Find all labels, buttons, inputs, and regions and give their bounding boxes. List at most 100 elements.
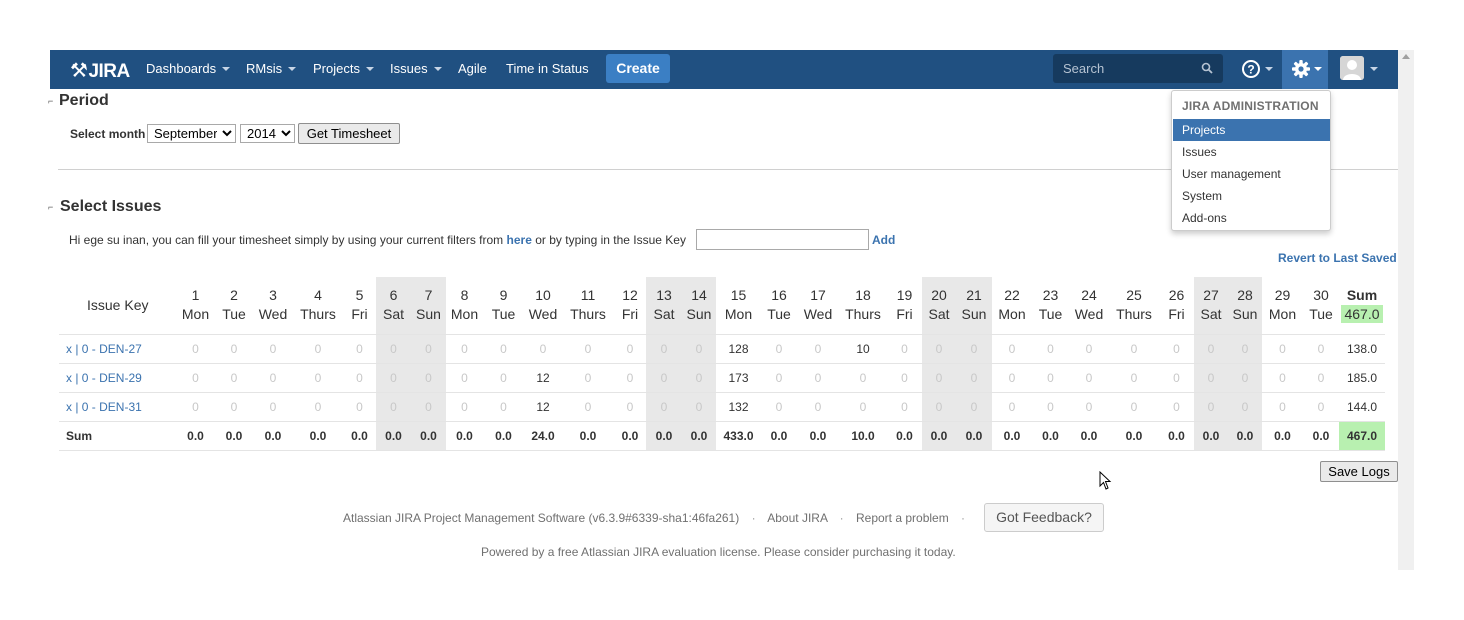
hours-cell[interactable]: 0 xyxy=(1069,363,1109,393)
hours-cell[interactable]: 0 xyxy=(293,334,343,364)
hours-cell[interactable]: 0 xyxy=(483,392,524,422)
user-profile-button[interactable] xyxy=(1340,56,1382,82)
hours-cell[interactable]: 0 xyxy=(1032,392,1069,422)
hours-cell[interactable]: 0 xyxy=(1159,363,1194,393)
revert-to-last-saved-link[interactable]: Revert to Last Saved xyxy=(1278,251,1397,265)
hours-cell[interactable]: 0 xyxy=(797,334,839,364)
hours-cell[interactable]: 0 xyxy=(1032,334,1069,364)
admin-menu-system[interactable]: System xyxy=(1173,185,1330,207)
hours-cell[interactable]: 0 xyxy=(1109,363,1159,393)
hours-cell[interactable]: 0 xyxy=(446,334,483,364)
issue-key-link[interactable]: x | 0 - DEN-27 xyxy=(59,334,176,364)
nav-rmsis[interactable]: RMsis xyxy=(246,61,297,76)
hours-cell[interactable]: 0 xyxy=(343,363,376,393)
hours-cell[interactable]: 0 xyxy=(524,334,562,364)
hours-cell[interactable]: 0 xyxy=(1228,392,1262,422)
hours-cell[interactable]: 0 xyxy=(1032,363,1069,393)
hours-cell[interactable]: 0 xyxy=(761,334,797,364)
footer-report[interactable]: Report a problem xyxy=(856,511,949,525)
hours-cell[interactable]: 128 xyxy=(716,334,761,364)
hours-cell[interactable]: 0 xyxy=(293,392,343,422)
hours-cell[interactable]: 0 xyxy=(176,392,215,422)
hours-cell[interactable]: 0 xyxy=(1303,334,1339,364)
hours-cell[interactable]: 0 xyxy=(176,363,215,393)
hours-cell[interactable]: 0 xyxy=(956,363,992,393)
hours-cell[interactable]: 10 xyxy=(839,334,887,364)
month-select[interactable]: September xyxy=(147,124,236,143)
here-link[interactable]: here xyxy=(507,233,532,247)
admin-menu-projects[interactable]: Projects xyxy=(1173,119,1330,141)
hours-cell[interactable]: 0 xyxy=(411,392,446,422)
hours-cell[interactable]: 0 xyxy=(1228,334,1262,364)
nav-projects[interactable]: Projects xyxy=(313,61,374,76)
hours-cell[interactable]: 0 xyxy=(956,392,992,422)
got-feedback-button[interactable]: Got Feedback? xyxy=(984,503,1104,532)
hours-cell[interactable]: 0 xyxy=(1194,334,1228,364)
hours-cell[interactable]: 0 xyxy=(1109,392,1159,422)
hours-cell[interactable]: 0 xyxy=(992,363,1032,393)
hours-cell[interactable]: 0 xyxy=(343,334,376,364)
hours-cell[interactable]: 0 xyxy=(1303,392,1339,422)
hours-cell[interactable]: 0 xyxy=(1069,392,1109,422)
hours-cell[interactable]: 0 xyxy=(215,334,253,364)
hours-cell[interactable]: 0 xyxy=(1159,392,1194,422)
footer-about[interactable]: About JIRA xyxy=(767,511,827,525)
hours-cell[interactable]: 0 xyxy=(646,392,682,422)
hours-cell[interactable]: 0 xyxy=(887,363,922,393)
collapse-arrow-icon[interactable]: ⌐ xyxy=(48,96,53,106)
hours-cell[interactable]: 0 xyxy=(922,363,956,393)
hours-cell[interactable]: 0 xyxy=(446,363,483,393)
create-button[interactable]: Create xyxy=(606,54,670,83)
hours-cell[interactable]: 0 xyxy=(922,334,956,364)
hours-cell[interactable]: 0 xyxy=(562,392,614,422)
hours-cell[interactable]: 0 xyxy=(176,334,215,364)
hours-cell[interactable]: 0 xyxy=(887,334,922,364)
hours-cell[interactable]: 0 xyxy=(1109,334,1159,364)
nav-agile[interactable]: Agile xyxy=(458,61,487,76)
hours-cell[interactable]: 0 xyxy=(682,392,716,422)
hours-cell[interactable]: 0 xyxy=(1262,363,1303,393)
hours-cell[interactable]: 0 xyxy=(761,363,797,393)
hours-cell[interactable]: 0 xyxy=(1262,392,1303,422)
hours-cell[interactable]: 0 xyxy=(797,392,839,422)
hours-cell[interactable]: 0 xyxy=(761,392,797,422)
issue-key-link[interactable]: x | 0 - DEN-29 xyxy=(59,363,176,393)
hours-cell[interactable]: 0 xyxy=(956,334,992,364)
hours-cell[interactable]: 0 xyxy=(411,334,446,364)
hours-cell[interactable]: 173 xyxy=(716,363,761,393)
hours-cell[interactable]: 0 xyxy=(682,363,716,393)
hours-cell[interactable]: 0 xyxy=(839,363,887,393)
hours-cell[interactable]: 0 xyxy=(293,363,343,393)
search-icon[interactable] xyxy=(1201,62,1213,74)
jira-logo[interactable]: ⚒JIRA xyxy=(70,58,130,83)
hours-cell[interactable]: 0 xyxy=(992,334,1032,364)
hours-cell[interactable]: 0 xyxy=(646,363,682,393)
year-select[interactable]: 2014 xyxy=(240,124,295,143)
hours-cell[interactable]: 0 xyxy=(376,334,411,364)
vertical-scrollbar[interactable] xyxy=(1398,50,1414,570)
add-issue-link[interactable]: Add xyxy=(872,233,895,247)
hours-cell[interactable]: 0 xyxy=(215,392,253,422)
nav-time-in-status[interactable]: Time in Status xyxy=(506,61,589,76)
search-input[interactable] xyxy=(1053,54,1203,83)
help-icon[interactable]: ? xyxy=(1240,58,1276,80)
hours-cell[interactable]: 0 xyxy=(922,392,956,422)
hours-cell[interactable]: 0 xyxy=(1228,363,1262,393)
get-timesheet-button[interactable]: Get Timesheet xyxy=(298,123,400,144)
hours-cell[interactable]: 0 xyxy=(1262,334,1303,364)
hours-cell[interactable]: 0 xyxy=(887,392,922,422)
save-logs-button[interactable]: Save Logs xyxy=(1320,461,1398,482)
hours-cell[interactable]: 0 xyxy=(614,363,646,393)
hours-cell[interactable]: 0 xyxy=(562,363,614,393)
hours-cell[interactable]: 0 xyxy=(1069,334,1109,364)
admin-menu-issues[interactable]: Issues xyxy=(1173,141,1330,163)
hours-cell[interactable]: 0 xyxy=(646,334,682,364)
hours-cell[interactable]: 0 xyxy=(797,363,839,393)
footer-software[interactable]: Atlassian JIRA Project Management Softwa… xyxy=(343,511,739,525)
admin-menu-add-ons[interactable]: Add-ons xyxy=(1173,207,1330,229)
hours-cell[interactable]: 0 xyxy=(1303,363,1339,393)
hours-cell[interactable]: 0 xyxy=(614,334,646,364)
admin-menu-user-management[interactable]: User management xyxy=(1173,163,1330,185)
hours-cell[interactable]: 0 xyxy=(483,334,524,364)
nav-dashboards[interactable]: Dashboards xyxy=(146,61,231,76)
